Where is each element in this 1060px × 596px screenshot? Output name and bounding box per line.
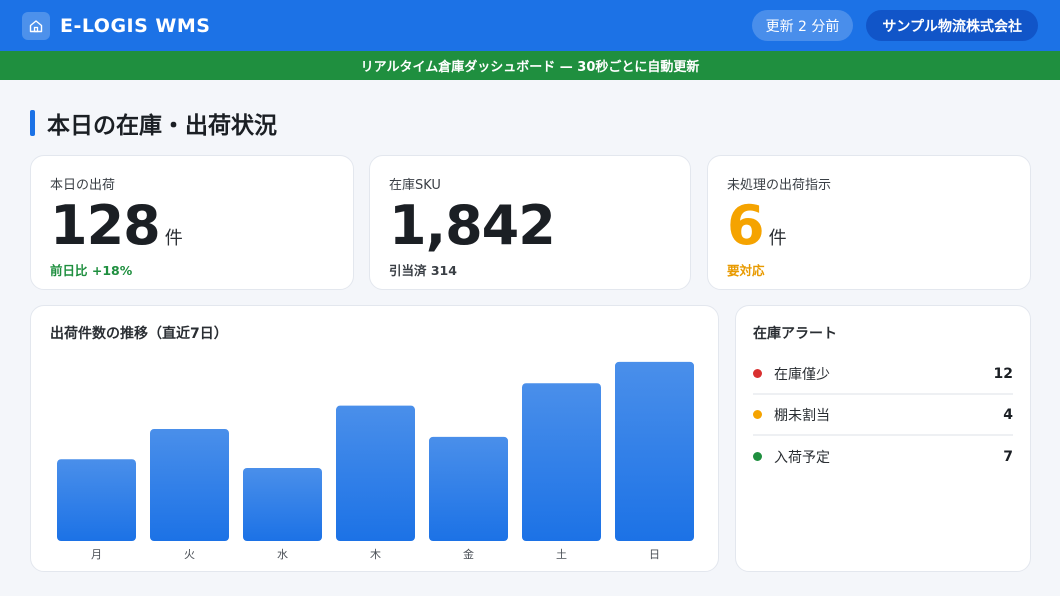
x-tick-label: 土 <box>556 548 567 561</box>
kpi-card-sku: 在庫SKU 1,842 引当済 314 <box>369 155 691 290</box>
kpi-sub: 要対応 <box>727 263 765 278</box>
status-dot <box>753 452 762 461</box>
kpi-value: 1,842 <box>389 194 556 257</box>
alert-item-unassigned-shelf[interactable]: 棚未割当 4 <box>753 395 1013 436</box>
app-header: E-LOGIS WMS 更新 2 分前 サンプル物流株式会社 <box>0 0 1060 51</box>
chart-bar <box>522 383 601 541</box>
alert-label: 入荷予定 <box>774 449 830 466</box>
chart-bar <box>615 361 694 541</box>
alert-item-incoming[interactable]: 入荷予定 7 <box>753 436 1013 477</box>
kpi-value: 6 <box>727 194 765 257</box>
stock-alert-card: 在庫アラート 在庫僅少 12 棚未割当 4 入荷予定 7 <box>735 305 1031 572</box>
chart-bar <box>150 429 229 541</box>
chart-bar <box>336 405 415 541</box>
alert-label: 棚未割当 <box>774 407 830 424</box>
kpi-card-pending-orders: 未処理の出荷指示 6 件 要対応 <box>707 155 1031 290</box>
page-title: 本日の在庫・出荷状況 <box>30 106 277 140</box>
chart-bar <box>243 467 322 541</box>
kpi-unit: 件 <box>164 228 183 249</box>
kpi-value: 128 <box>50 194 161 257</box>
kpi-label: 未処理の出荷指示 <box>727 178 832 193</box>
update-status-badge: 更新 2 分前 <box>751 10 854 41</box>
home-icon[interactable] <box>22 11 50 40</box>
x-tick-label: 火 <box>184 548 195 561</box>
alert-list: 在庫僅少 12 棚未割当 4 入荷予定 7 <box>753 354 1013 477</box>
status-dot <box>753 410 762 419</box>
shipment-trend-chart-card: 出荷件数の推移（直近7日） 月火水木金土日 <box>30 305 719 572</box>
company-button[interactable]: サンプル物流株式会社 <box>866 10 1038 41</box>
x-tick-label: 月 <box>91 548 102 561</box>
chart-bar <box>429 436 508 541</box>
x-tick-label: 日 <box>649 548 660 561</box>
status-dot <box>753 369 762 378</box>
kpi-card-shipments: 本日の出荷 128 件 前日比 +18% <box>30 155 354 290</box>
x-tick-label: 水 <box>277 548 288 561</box>
page-title-text: 本日の在庫・出荷状況 <box>47 113 277 139</box>
alert-label: 在庫僅少 <box>774 366 830 383</box>
x-tick-label: 金 <box>463 547 474 561</box>
status-banner: リアルタイム倉庫ダッシュボード — 30秒ごとに自動更新 <box>0 51 1060 80</box>
kpi-label: 在庫SKU <box>389 178 441 193</box>
x-tick-label: 木 <box>370 548 381 561</box>
chart-bar <box>57 459 136 541</box>
alert-count: 12 <box>993 365 1013 382</box>
alert-item-low-stock[interactable]: 在庫僅少 12 <box>753 354 1013 395</box>
kpi-sub: 引当済 314 <box>389 263 457 278</box>
app-title: E-LOGIS WMS <box>60 14 211 37</box>
shipment-trend-chart: 月火水木金土日 <box>57 361 694 561</box>
kpi-sub: 前日比 +18% <box>50 263 133 278</box>
kpi-unit: 件 <box>768 228 787 249</box>
alert-title: 在庫アラート <box>753 326 837 342</box>
alert-count: 4 <box>1003 406 1013 423</box>
title-accent-bar <box>30 110 35 136</box>
alert-count: 7 <box>1003 448 1013 465</box>
kpi-label: 本日の出荷 <box>50 178 116 193</box>
